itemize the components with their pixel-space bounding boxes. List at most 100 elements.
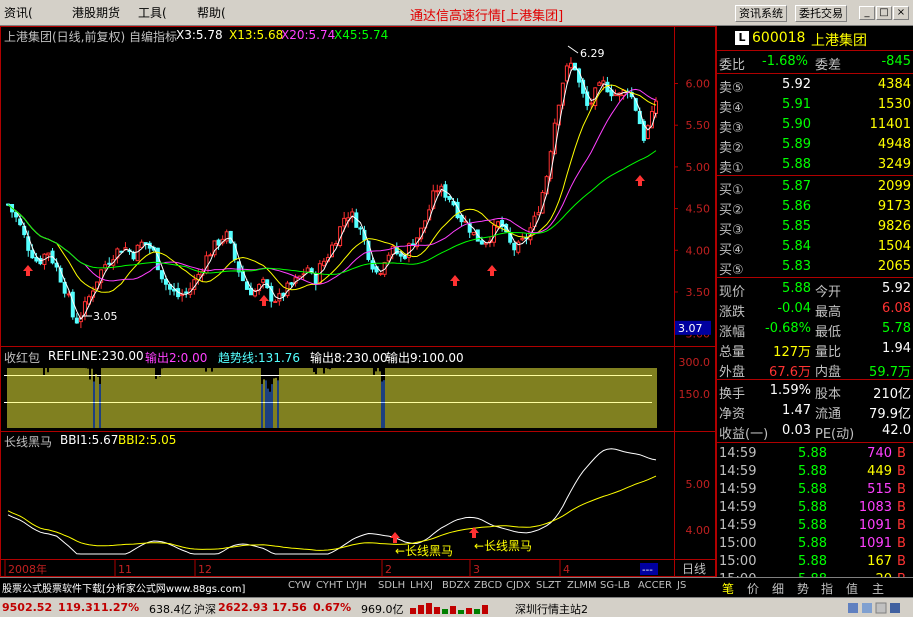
tick-side: B [897,518,906,533]
chart-area[interactable]: 6.005.505.004.504.003.503.003.07300.0150… [0,26,716,577]
quote-tab-ticks[interactable]: 笔 [722,580,734,597]
menu-help[interactable]: 帮助( [197,4,226,21]
candle-body [378,272,383,275]
quote-tab-main[interactable]: 主 [872,580,884,597]
chart-border [0,26,716,577]
tick-time: 14:59 [719,518,757,533]
maximize-icon[interactable]: □ [876,6,892,20]
stat-value: 6.08 [882,301,911,316]
sell-price: 5.88 [782,157,811,172]
tick-price: 5.88 [798,500,827,515]
quote-tab-price[interactable]: 价 [747,580,759,597]
formula-tab-cyw[interactable]: CYW [288,580,311,591]
buy-price: 5.84 [782,239,811,254]
formula-tab-js[interactable]: JS [677,580,686,591]
formula-tab-accer[interactable]: ACCER [638,580,672,591]
candle-body [398,253,403,257]
sell-price: 5.91 [782,97,811,112]
ma45-label: X45:5.74 [334,28,389,42]
stat-row: 涨幅 -0.68% 最低 5.78 [717,320,913,340]
fund-value: 79.9亿 [869,407,911,422]
tick-volume: 1091 [858,536,892,551]
candle-body [289,282,294,285]
info-system-button[interactable]: 资讯系统 [735,5,787,22]
candle-body [370,260,375,270]
sell-volume: 1530 [877,97,911,112]
candle-body [471,231,476,236]
formula-tab-cjdx[interactable]: CJDX [506,580,530,591]
minimize-icon[interactable]: _ [859,6,875,20]
stock-code: 600018 [752,30,806,46]
tick-volume: 740 [867,446,892,461]
tick-time: 15:00 [719,554,757,569]
stock-header: L 600018 上港集团 [717,29,913,49]
close-icon[interactable]: × [893,6,909,20]
stat-value: 59.7万 [869,365,911,380]
candle-body [216,239,221,246]
menu-tools[interactable]: 工具( [138,4,167,21]
candle-body [232,243,237,260]
tick-row: 14:59 5.88 449 B [717,463,913,483]
main-chart-title: 上港集团(日线,前复权) 自编指标 [4,30,177,44]
formula-tab-sdlh[interactable]: SDLH [378,580,405,591]
trade-button[interactable]: 委托交易 [795,5,847,22]
ma3-line [7,65,657,321]
buy-level-label: 买⑤ [719,263,744,278]
stat-row: 现价 5.88 今开 5.92 [717,280,913,300]
tick-price: 5.88 [798,446,827,461]
quote-separator [717,175,913,176]
fund-value: 1.59% [769,383,811,398]
stat-value: 5.88 [782,281,811,296]
quote-tab-trend[interactable]: 势 [797,580,809,597]
formula-tab-cyht[interactable]: CYHT [316,580,343,591]
formula-tab-bdzx[interactable]: BDZX [442,580,470,591]
formula-tab-zlmm[interactable]: ZLMM [567,580,597,591]
sell-level-label: 卖④ [719,101,744,116]
buy-level-label: 买① [719,183,744,198]
formula-tab-sg-lb[interactable]: SG-LB [600,580,630,591]
ma20-label: X20:5.74 [281,28,336,42]
buy-volume: 9173 [877,199,911,214]
ind2-y-label: 4.00 [686,524,711,537]
quote-tab-detail[interactable]: 细 [772,580,784,597]
formula-tab-zbcd[interactable]: ZBCD [474,580,502,591]
website-link[interactable]: 股票公式股票软件下载[分析家公式网www.88gs.com] [2,580,245,595]
quote-tab-index[interactable]: 指 [821,580,833,597]
candle-body [358,227,363,230]
sz-amount: 969.0亿 [361,603,404,616]
stat-label: 最低 [815,325,842,340]
quote-tab-value[interactable]: 值 [846,580,858,597]
sell-row: 卖① 5.88 3249 [717,156,913,176]
scroll-dashes: --- [642,565,653,576]
menu-bar: 资讯( 港股期货 工具( 帮助( 通达信高速行情[上港集团] 资讯系统 委托交易… [0,0,913,26]
formula-tab-lyjh[interactable]: LYJH [346,580,367,591]
indicator1-refline: REFLINE:230.00 [48,349,144,363]
tick-price: 5.88 [798,536,827,551]
fund-label: PE(动) [815,427,855,442]
fund-value: 1.47 [782,403,811,418]
menu-info[interactable]: 资讯( [4,4,33,21]
formula-tab-slzt[interactable]: SLZT [536,580,561,591]
app-title: 通达信高速行情[上港集团] [410,9,564,24]
tick-time: 14:59 [719,482,757,497]
stat-value: 5.92 [882,281,911,296]
stat-label: 量比 [815,345,842,360]
y-tick-label: 6.00 [686,78,711,91]
signal-arrow-icon [390,532,400,543]
candle-body [131,251,136,260]
ind2-y-label: 5.00 [686,478,711,491]
buy-row: 买③ 5.85 9826 [717,218,913,238]
stat-value: 127万 [773,345,811,360]
tick-volume: 167 [867,554,892,569]
sell-row: 卖② 5.89 4948 [717,136,913,156]
tick-volume: 1091 [858,518,892,533]
menu-hk-futures[interactable]: 港股期货 [72,4,120,21]
quote-separator [717,50,913,51]
formula-tab-lhxj[interactable]: LHXJ [410,580,433,591]
tick-price: 5.88 [798,482,827,497]
signal-label: ←长线黑马 [474,539,532,553]
tick-row: 14:59 5.88 740 B [717,445,913,465]
tick-time: 15:00 [719,536,757,551]
buy-price: 5.86 [782,199,811,214]
buy-volume: 2099 [877,179,911,194]
